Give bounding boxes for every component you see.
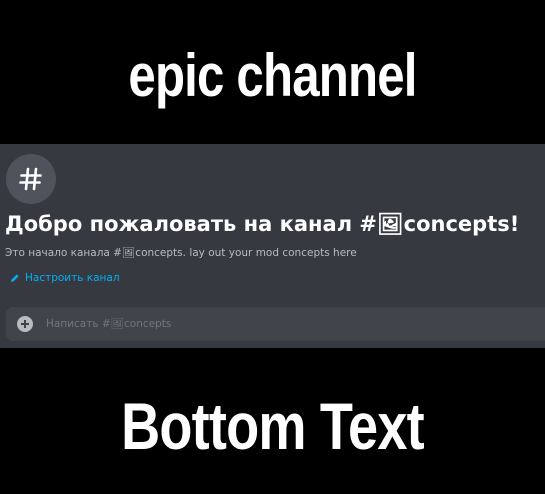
channel-hash-badge xyxy=(6,154,56,204)
channel-welcome-panel: Добро пожаловать на канал #🖼concepts! Эт… xyxy=(0,144,545,348)
meme-bottom-caption: Bottom Text xyxy=(121,389,424,463)
message-composer xyxy=(6,307,545,341)
plus-circle-icon[interactable] xyxy=(17,316,33,332)
welcome-title: Добро пожаловать на канал #🖼concepts! xyxy=(5,212,520,236)
message-input[interactable] xyxy=(46,313,536,335)
edit-channel-label: Настроить канал xyxy=(25,272,120,284)
hash-icon xyxy=(19,167,42,191)
pencil-icon xyxy=(11,274,19,282)
meme-top-caption: epic channel xyxy=(128,42,417,109)
edit-channel-link[interactable]: Настроить канал xyxy=(10,270,120,286)
welcome-subtitle: Это начало канала #🖼concepts. lay out yo… xyxy=(5,247,357,259)
